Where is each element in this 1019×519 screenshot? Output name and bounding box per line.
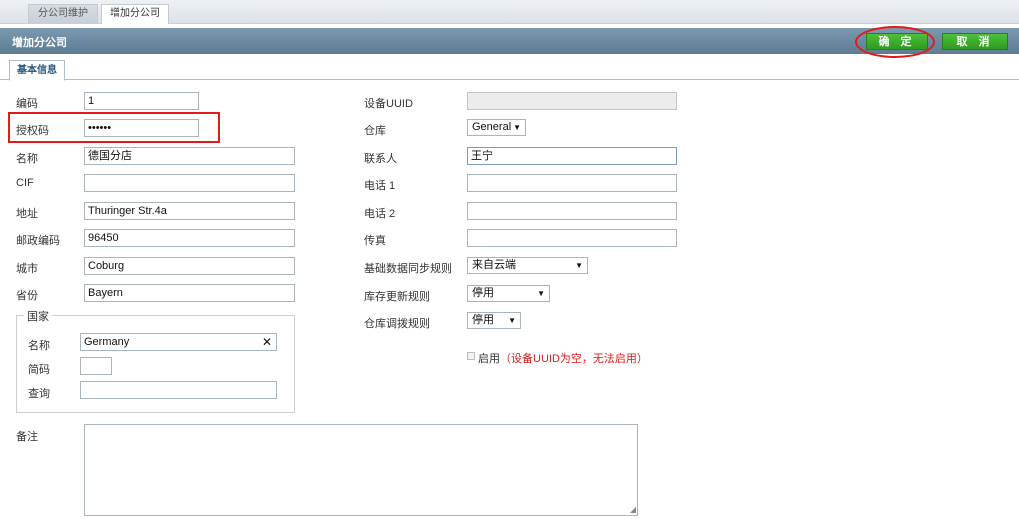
warehouse-select[interactable]: General ▼ [467, 119, 526, 136]
warehouse-label: 仓库 [364, 125, 386, 137]
dropdown-arrow-icon: ▼ [513, 123, 521, 132]
remark-label: 备注 [16, 431, 38, 443]
enable-text: 启用 [478, 353, 500, 365]
country-query-input[interactable] [80, 381, 277, 399]
warehouse-value: General [472, 121, 512, 133]
country-name-label: 名称 [28, 340, 50, 352]
name-input[interactable]: 德国分店 [84, 147, 295, 165]
country-legend: 国家 [24, 308, 52, 324]
transfer-rule-label: 仓库调拨规则 [364, 318, 430, 330]
sync-rule-value: 来自云端 [472, 259, 516, 271]
auth-input[interactable]: •••••• [84, 119, 199, 137]
city-input[interactable]: Coburg [84, 257, 295, 275]
name-label: 名称 [16, 153, 38, 165]
cif-label: CIF [16, 177, 34, 189]
tab-add-branch[interactable]: 增加分公司 [101, 4, 169, 24]
country-name-input[interactable]: Germany ✕ [80, 333, 277, 351]
province-label: 省份 [16, 290, 38, 302]
stock-rule-select[interactable]: 停用 ▼ [467, 285, 550, 302]
cancel-button[interactable]: 取 消 [942, 33, 1008, 50]
uuid-label: 设备UUID [364, 98, 413, 110]
enable-label: 启用（设备UUID为空，无法启用） [478, 350, 648, 366]
dropdown-arrow-icon: ▼ [508, 316, 516, 325]
cif-input[interactable] [84, 174, 295, 192]
phone2-label: 电话 2 [364, 208, 396, 220]
postcode-label: 邮政编码 [16, 235, 60, 247]
dropdown-arrow-icon: ▼ [537, 289, 545, 298]
auth-label: 授权码 [16, 125, 49, 137]
enable-warning: （设备UUID为空，无法启用） [500, 353, 648, 365]
sync-rule-select[interactable]: 来自云端 ▼ [467, 257, 588, 274]
remark-textarea[interactable]: ◢ [84, 424, 638, 516]
fax-input[interactable] [467, 229, 677, 247]
address-label: 地址 [16, 208, 38, 220]
dropdown-arrow-icon: ▼ [575, 261, 583, 270]
phone2-input[interactable] [467, 202, 677, 220]
city-label: 城市 [16, 263, 38, 275]
province-input[interactable]: Bayern [84, 284, 295, 302]
subtab-bar: 基本信息 [0, 58, 1019, 81]
stock-rule-label: 库存更新规则 [364, 291, 430, 303]
uuid-input [467, 92, 677, 110]
sync-rule-label: 基础数据同步规则 [364, 263, 452, 275]
address-input[interactable]: Thuringer Str.4a [84, 202, 295, 220]
tab-branch-maintenance[interactable]: 分公司维护 [28, 4, 98, 24]
country-query-label: 查询 [28, 388, 50, 400]
phone1-label: 电话 1 [364, 180, 396, 192]
country-name-value: Germany [84, 336, 130, 348]
stock-rule-value: 停用 [472, 287, 494, 299]
country-short-label: 简码 [28, 364, 50, 376]
code-input[interactable]: 1 [84, 92, 199, 110]
code-label: 编码 [16, 98, 38, 110]
page-title: 增加分公司 [12, 37, 67, 49]
phone1-input[interactable] [467, 174, 677, 192]
resize-grip-icon[interactable]: ◢ [630, 506, 636, 514]
contact-label: 联系人 [364, 153, 397, 165]
tab-basic-info[interactable]: 基本信息 [9, 60, 65, 81]
confirm-highlight-ellipse [855, 26, 935, 58]
clear-icon[interactable]: ✕ [262, 334, 272, 350]
contact-input[interactable]: 王宁 [467, 147, 677, 165]
postcode-input[interactable]: 96450 [84, 229, 295, 247]
transfer-rule-value: 停用 [472, 314, 494, 326]
country-short-input[interactable] [80, 357, 112, 375]
transfer-rule-select[interactable]: 停用 ▼ [467, 312, 521, 329]
enable-checkbox[interactable] [467, 352, 475, 360]
fax-label: 传真 [364, 235, 386, 247]
